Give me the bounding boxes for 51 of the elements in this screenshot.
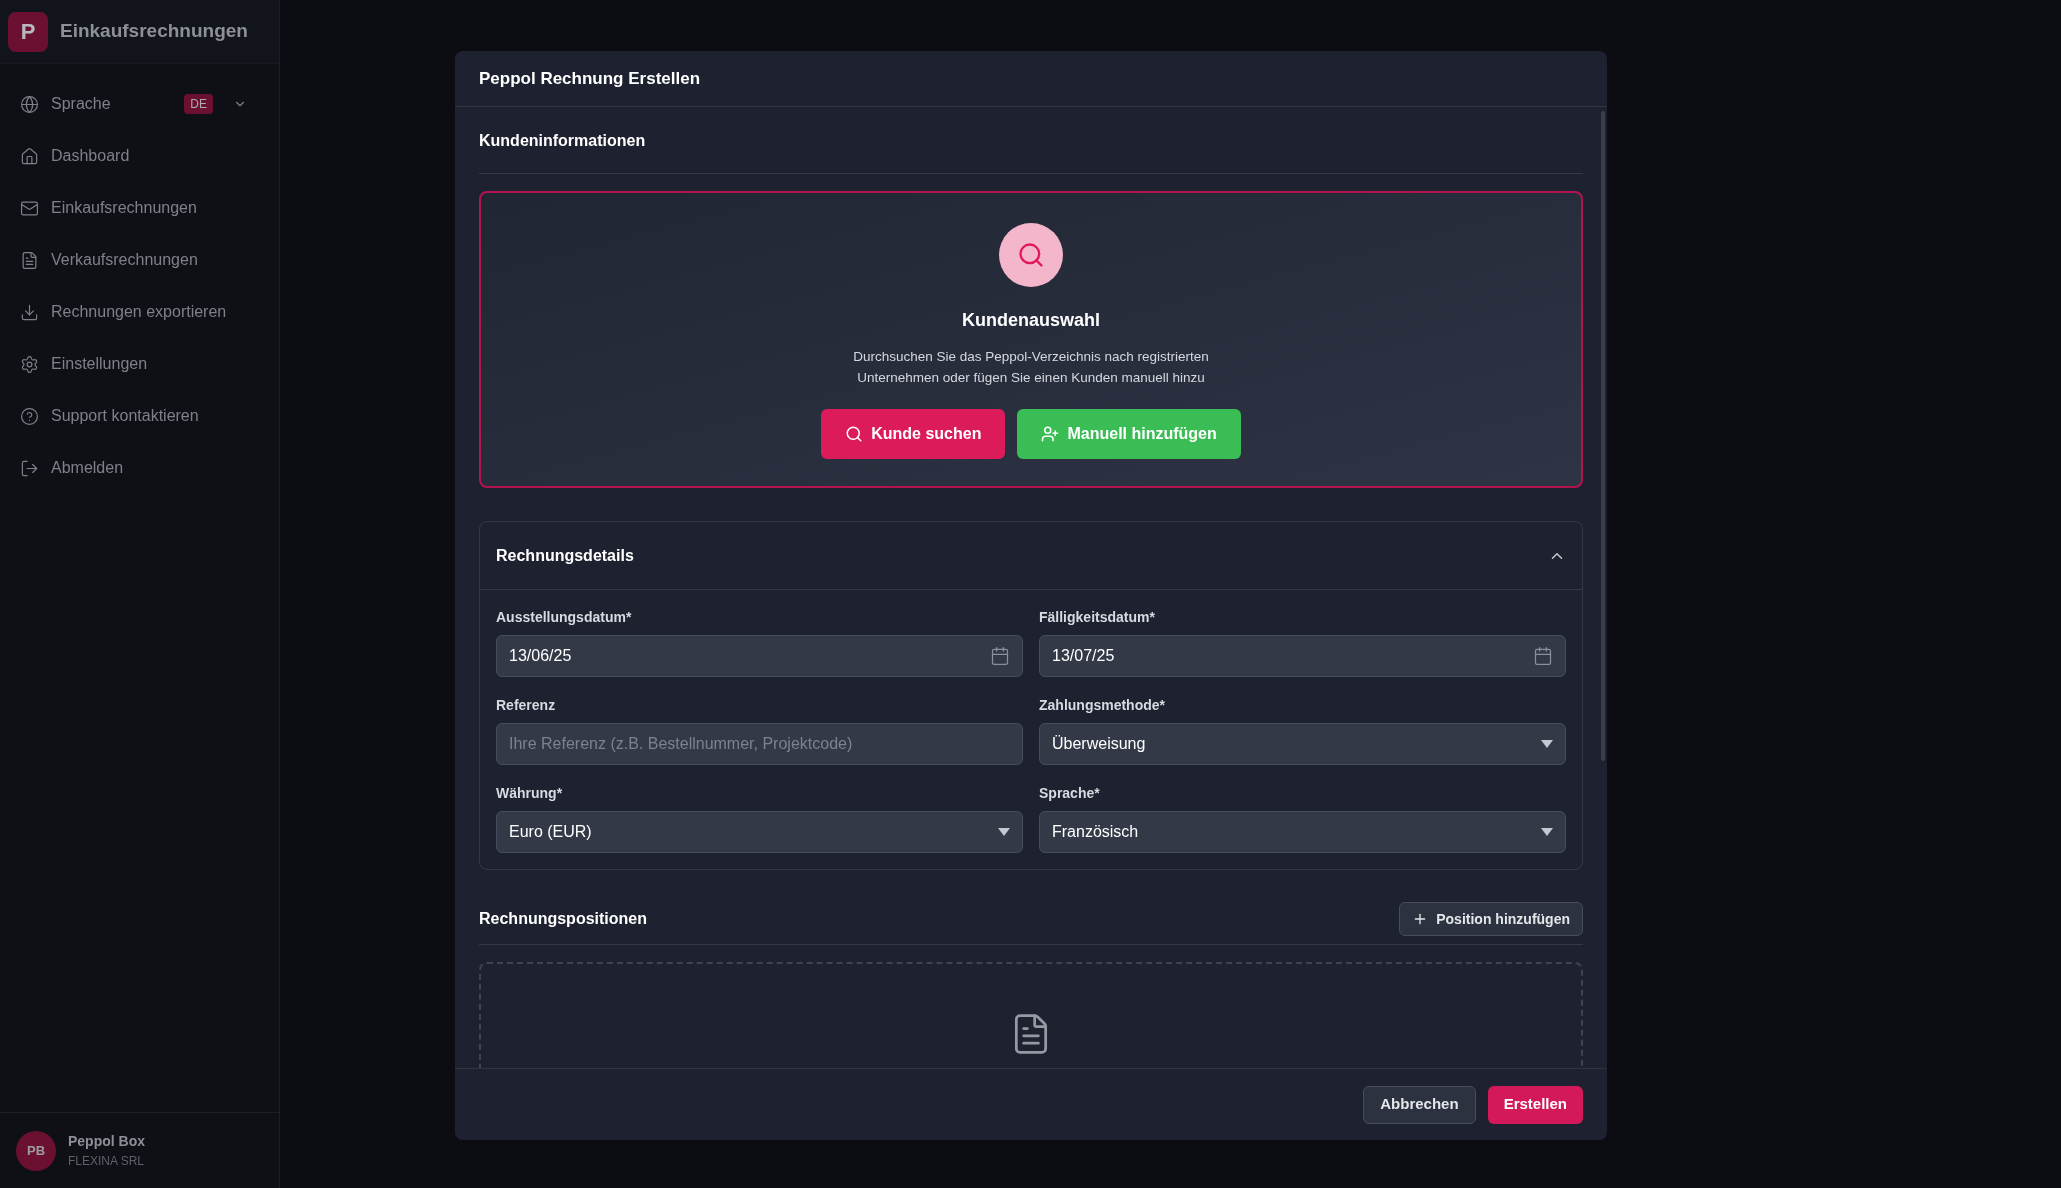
sidebar-item[interactable]: Einstellungen xyxy=(0,338,279,390)
dialog-title: Peppol Rechnung Erstellen xyxy=(479,67,701,90)
card-title: Kundenauswahl xyxy=(962,309,1100,332)
dropdown-triangle-icon xyxy=(998,828,1010,836)
select-field[interactable]: Französisch xyxy=(1039,811,1566,853)
card-title: Rechnungsdetails xyxy=(496,545,634,566)
card-description: Durchsuchen Sie das Peppol-Verzeichnis nach registrierten Unternehmen oder fügen Sie einen Kunden manuell hinzu xyxy=(852,348,1210,387)
sidebar-item[interactable]: Einkaufsrechnungen xyxy=(0,182,279,234)
field-label: Fälligkeitsdatum* xyxy=(1039,608,1156,627)
select-field[interactable]: Euro (EUR) xyxy=(496,811,1023,853)
user-name: Peppol Box xyxy=(68,1132,145,1151)
settings-icon xyxy=(20,354,39,374)
select-field[interactable]: Überweisung xyxy=(1039,723,1566,765)
field-label: Ausstellungsdatum* xyxy=(496,608,633,627)
calendar-icon xyxy=(990,646,1010,666)
app-logo: P xyxy=(8,11,48,52)
cancel-button[interactable]: Abbrechen xyxy=(1363,1085,1476,1124)
user-avatar: PB xyxy=(16,1130,56,1171)
add-position-button[interactable]: Position hinzufügen xyxy=(1399,902,1583,936)
logout-icon xyxy=(20,458,39,478)
help-icon xyxy=(20,406,39,426)
company-name: FLEXINA SRL xyxy=(68,1153,145,1170)
field-label: Referenz xyxy=(496,696,557,715)
create-button[interactable]: Erstellen xyxy=(1487,1085,1583,1124)
home-icon xyxy=(20,146,39,166)
dropdown-triangle-icon xyxy=(1541,740,1553,748)
input-field[interactable]: Ihre Referenz (z.B. Bestellnummer, Projektcode) xyxy=(496,723,1023,765)
language-badge: DE xyxy=(184,94,213,114)
sidebar-item[interactable]: Abmelden xyxy=(0,442,279,494)
dropdown-triangle-icon xyxy=(1541,828,1553,836)
user-plus-icon xyxy=(1041,425,1060,443)
calendar-icon xyxy=(1533,646,1553,666)
field-label: Sprache* xyxy=(1039,784,1101,803)
language-selector[interactable]: Sprache DE xyxy=(0,78,279,130)
sidebar-item[interactable]: Support kontaktieren xyxy=(0,390,279,442)
sidebar-item[interactable]: Rechnungen exportieren xyxy=(0,286,279,338)
globe-icon xyxy=(20,94,39,114)
field-label: Zahlungsmethode* xyxy=(1039,696,1166,715)
sidebar-item[interactable]: Dashboard xyxy=(0,130,279,182)
search-icon xyxy=(845,425,864,443)
document-icon xyxy=(20,250,39,270)
download-icon xyxy=(20,302,39,322)
field-label: Währung* xyxy=(496,784,564,803)
date-field[interactable]: 13/07/25 xyxy=(1039,635,1566,677)
sidebar-item[interactable]: Verkaufsrechnungen xyxy=(0,234,279,286)
app-title: Einkaufsrechnungen xyxy=(60,19,248,44)
search-customer-button[interactable]: Kunde suchen xyxy=(821,409,1006,459)
search-icon xyxy=(1017,241,1045,269)
section-heading: Kundeninformationen xyxy=(479,132,646,149)
date-field[interactable]: 13/06/25 xyxy=(496,635,1023,677)
section-heading: Rechnungspositionen xyxy=(479,909,647,929)
